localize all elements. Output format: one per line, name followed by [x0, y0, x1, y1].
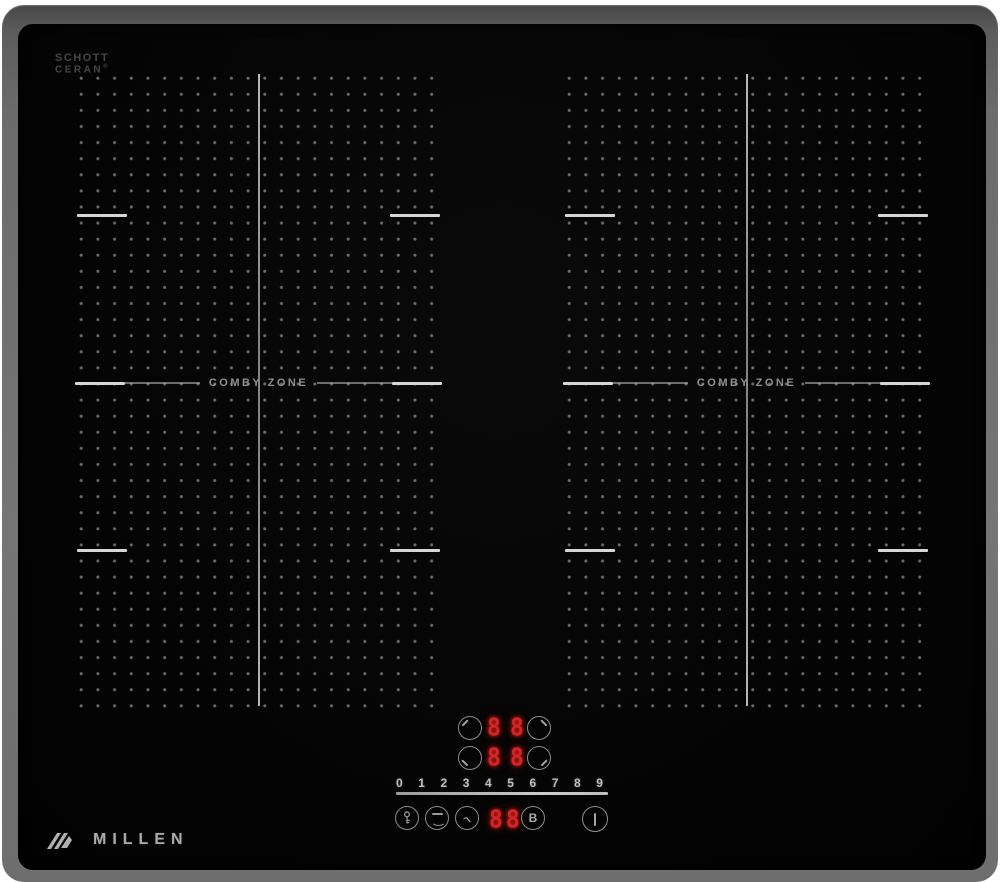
power-display-front-left: 8 [487, 745, 501, 771]
level-7[interactable]: 7 [552, 776, 559, 790]
level-2[interactable]: 2 [441, 776, 448, 790]
power-display-rear-left: 8 [487, 715, 501, 741]
pause-icon-arc [431, 815, 446, 826]
zone-mark-line [125, 382, 200, 384]
millen-logo-text: MILLEN [93, 831, 189, 849]
cooking-zone-right[interactable]: COMBY ZONE [563, 70, 930, 710]
power-on-off-button[interactable] [582, 806, 608, 832]
comby-zone-label-right: COMBY ZONE [688, 377, 805, 389]
millen-logo: MILLEN [45, 829, 189, 851]
zone-mid-marking: COMBY ZONE [563, 375, 930, 391]
zone-position-mark [462, 760, 469, 767]
comby-zone-label-left: COMBY ZONE [200, 377, 317, 389]
zone-mark-tick [390, 549, 440, 552]
zone-mark-tick [878, 549, 928, 552]
key-icon [396, 807, 418, 829]
power-display-front-right: 8 [510, 745, 524, 771]
zone-mark-tick [390, 214, 440, 217]
zone-mark-tick [392, 382, 442, 385]
timer-button[interactable] [455, 806, 479, 830]
timer-display: 88 [489, 807, 523, 833]
zone-position-mark [541, 760, 548, 767]
zone-mark-tick [77, 549, 127, 552]
zone-mark-line [317, 382, 392, 384]
power-slider-track[interactable] [396, 792, 608, 795]
zone-select-rear-left-button[interactable] [458, 716, 482, 740]
level-3[interactable]: 3 [463, 776, 470, 790]
zone-select-front-right-button[interactable] [527, 746, 551, 770]
zone-select-rear-right-button[interactable] [527, 716, 551, 740]
level-9[interactable]: 9 [596, 776, 603, 790]
cooking-zone-left[interactable]: COMBY ZONE [75, 70, 442, 710]
power-level-scale: 0 1 2 3 4 5 6 7 8 9 [396, 776, 603, 790]
zone-mark-tick [563, 382, 613, 385]
level-6[interactable]: 6 [530, 776, 537, 790]
zone-mark-line [805, 382, 880, 384]
millen-logo-icon [45, 829, 83, 851]
schott-line1: SCHOTT [55, 54, 109, 63]
zone-mark-tick [880, 382, 930, 385]
zone-select-front-left-button[interactable] [458, 746, 482, 770]
boost-button[interactable]: B [521, 806, 545, 830]
level-4[interactable]: 4 [485, 776, 492, 790]
level-0[interactable]: 0 [396, 776, 403, 790]
zone-position-mark [541, 719, 548, 726]
power-display-rear-right: 8 [510, 715, 524, 741]
zone-position-mark [462, 719, 469, 726]
zone-mark-tick [77, 214, 127, 217]
child-lock-button[interactable] [395, 806, 419, 830]
level-5[interactable]: 5 [507, 776, 514, 790]
zone-mark-tick [565, 549, 615, 552]
zone-mark-tick [565, 214, 615, 217]
zone-mark-tick [75, 382, 125, 385]
level-1[interactable]: 1 [418, 776, 425, 790]
boost-icon: B [522, 807, 544, 829]
zone-mark-line [613, 382, 688, 384]
pause-button[interactable] [425, 806, 449, 830]
level-8[interactable]: 8 [574, 776, 581, 790]
zone-mid-marking: COMBY ZONE [75, 375, 442, 391]
power-icon [594, 813, 596, 826]
zone-mark-tick [878, 214, 928, 217]
clock-icon [456, 807, 478, 829]
